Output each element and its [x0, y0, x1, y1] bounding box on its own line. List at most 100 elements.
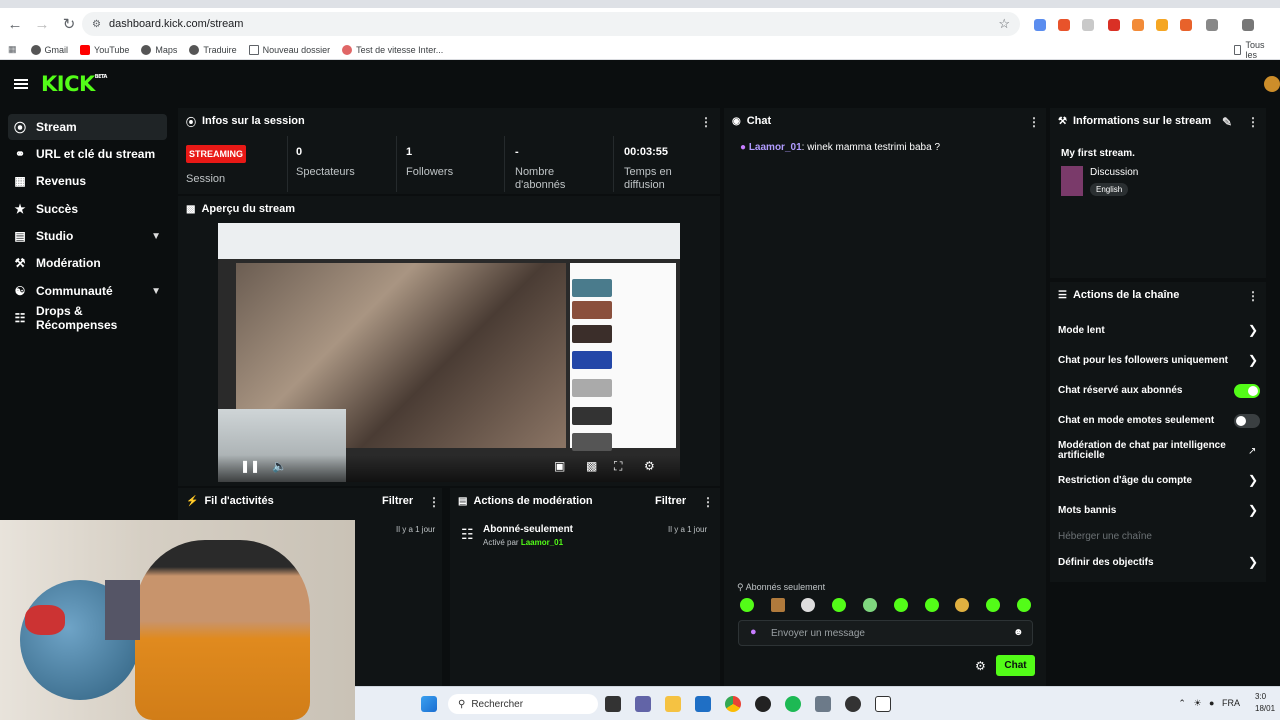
- chrome-icon[interactable]: [725, 696, 741, 712]
- language-indicator[interactable]: FRA: [1222, 698, 1240, 708]
- os-taskbar: ⚲ Rechercher ⌃ ☀ ● FRA 3:0 18/01: [355, 686, 1280, 720]
- extension-icon[interactable]: [1034, 19, 1046, 31]
- emote-icon[interactable]: [1017, 598, 1031, 612]
- stream-preview-video[interactable]: ❚❚ 🔈 ▣ ▩ ⛶ ⚙: [218, 223, 680, 482]
- subs-only-toggle[interactable]: [1234, 384, 1260, 398]
- action-age-restriction[interactable]: Restriction d'âge du compte: [1058, 475, 1192, 486]
- extension-icon[interactable]: [1108, 19, 1120, 31]
- kebab-menu-icon[interactable]: ⋮: [428, 495, 440, 509]
- store-icon[interactable]: [695, 696, 711, 712]
- moderation-filter-button[interactable]: Filtrer: [655, 495, 686, 507]
- kebab-menu-icon[interactable]: ⋮: [700, 115, 712, 129]
- emote-icon[interactable]: [925, 598, 939, 612]
- emote-icon[interactable]: [801, 598, 815, 612]
- emote-icon[interactable]: [986, 598, 1000, 612]
- app-icon[interactable]: [875, 696, 891, 712]
- emoji-picker-icon[interactable]: ☻: [1013, 627, 1024, 638]
- theater-icon[interactable]: ▣: [554, 459, 565, 473]
- forward-icon[interactable]: →: [30, 12, 54, 36]
- bookmark-folder[interactable]: Nouveau dossier: [248, 44, 330, 55]
- spotify-icon[interactable]: [785, 696, 801, 712]
- windows-start-icon[interactable]: [421, 696, 437, 712]
- bookmark-gmail[interactable]: Gmail: [30, 44, 68, 55]
- bookmark-star-icon[interactable]: ☆: [998, 16, 1010, 32]
- sidebar-item-url-key[interactable]: ⚭ URL et clé du stream: [8, 141, 167, 167]
- extension-icon[interactable]: [1132, 19, 1144, 31]
- chevron-right-icon[interactable]: ❯: [1248, 353, 1258, 367]
- action-set-goals[interactable]: Définir des objectifs: [1058, 557, 1154, 568]
- chat-username[interactable]: Laamor_01: [749, 142, 802, 153]
- activity-filter-button[interactable]: Filtrer: [382, 495, 413, 507]
- action-slow-mode[interactable]: Mode lent: [1058, 325, 1105, 336]
- kick-logo[interactable]: KICKBETA: [41, 72, 107, 96]
- kebab-menu-icon[interactable]: ⋮: [1247, 289, 1259, 303]
- emote-icon[interactable]: [955, 598, 969, 612]
- kebab-menu-icon[interactable]: ⋮: [1247, 115, 1259, 129]
- emote-icon[interactable]: [863, 598, 877, 612]
- extensions-puzzle-icon[interactable]: [1206, 19, 1218, 31]
- chevron-right-icon[interactable]: ❯: [1248, 473, 1258, 487]
- action-followers-only[interactable]: Chat pour les followers uniquement: [1058, 355, 1228, 366]
- kebab-menu-icon[interactable]: ⋮: [1028, 115, 1040, 129]
- teams-icon[interactable]: [635, 696, 651, 712]
- toy-image: [25, 605, 65, 635]
- file-explorer-icon[interactable]: [665, 696, 681, 712]
- extension-icon[interactable]: [1180, 19, 1192, 31]
- chat-message-input[interactable]: Envoyer un message: [738, 620, 1033, 646]
- bookmark-speedtest[interactable]: Test de vitesse Inter...: [342, 44, 443, 55]
- address-bar[interactable]: ⚙ dashboard.kick.com/stream ☆: [82, 12, 1020, 36]
- kebab-menu-icon[interactable]: ⋮: [702, 495, 714, 509]
- emotes-only-toggle[interactable]: [1234, 414, 1260, 428]
- external-link-icon[interactable]: ↗: [1248, 446, 1256, 457]
- back-icon[interactable]: ←: [3, 12, 27, 36]
- sidebar-item-studio[interactable]: ▤ Studio ▼: [8, 223, 167, 249]
- emote-icon[interactable]: [832, 598, 846, 612]
- task-view-icon[interactable]: [605, 696, 621, 712]
- pip-icon[interactable]: ▩: [586, 459, 597, 473]
- extension-icon[interactable]: [1156, 19, 1168, 31]
- sidebar-item-community[interactable]: ☯ Communauté ▼: [8, 278, 167, 304]
- emote-icon[interactable]: [894, 598, 908, 612]
- emote-icon[interactable]: [740, 598, 754, 612]
- mic-icon[interactable]: ●: [1209, 698, 1214, 708]
- fullscreen-icon[interactable]: ⛶: [614, 459, 622, 474]
- stream-category[interactable]: Discussion: [1090, 167, 1138, 178]
- reload-icon[interactable]: ↻: [57, 12, 81, 36]
- sidebar-item-moderation[interactable]: ⚒ Modération: [8, 250, 167, 276]
- chat-send-button[interactable]: Chat: [996, 655, 1035, 676]
- chevron-right-icon[interactable]: ❯: [1248, 503, 1258, 517]
- site-info-icon[interactable]: ⚙: [92, 19, 101, 30]
- taskbar-search[interactable]: ⚲ Rechercher: [448, 694, 598, 714]
- all-bookmarks[interactable]: Tous les: [1234, 40, 1268, 60]
- chevron-right-icon[interactable]: ❯: [1248, 555, 1258, 569]
- action-ai-moderation[interactable]: Modération de chat par intelligence arti…: [1058, 441, 1228, 461]
- user-avatar[interactable]: [1264, 76, 1280, 92]
- extension-icon[interactable]: [1058, 19, 1070, 31]
- settings-icon[interactable]: ⚙: [644, 459, 655, 473]
- extension-icon[interactable]: [1082, 19, 1094, 31]
- bookmark-youtube[interactable]: YouTube: [80, 44, 129, 55]
- settings-icon[interactable]: [815, 696, 831, 712]
- pause-icon[interactable]: ❚❚: [240, 459, 260, 473]
- sidebar-item-revenue[interactable]: ▦ Revenus: [8, 168, 167, 194]
- action-banned-words[interactable]: Mots bannis: [1058, 505, 1116, 516]
- chevron-up-icon[interactable]: ⌃: [1178, 698, 1186, 708]
- moderation-user-link[interactable]: Laamor_01: [521, 538, 563, 547]
- sidebar-item-drops[interactable]: ☷ Drops & Récompenses: [8, 304, 167, 332]
- app-icon[interactable]: [845, 696, 861, 712]
- chat-settings-icon[interactable]: ⚙: [975, 659, 986, 673]
- emote-icon[interactable]: [771, 598, 785, 612]
- obs-icon[interactable]: [755, 696, 771, 712]
- bookmark-translate[interactable]: Traduire: [189, 44, 237, 55]
- chrome-menu-icon[interactable]: [1242, 19, 1254, 31]
- chevron-right-icon[interactable]: ❯: [1248, 323, 1258, 337]
- clock[interactable]: 3:0 18/01: [1255, 691, 1275, 715]
- edit-icon[interactable]: ✎: [1222, 115, 1232, 129]
- volume-icon[interactable]: 🔈: [272, 459, 287, 473]
- menu-icon[interactable]: [14, 79, 28, 89]
- sidebar-item-achievements[interactable]: ★ Succès: [8, 196, 167, 222]
- bookmark-maps[interactable]: Maps: [141, 44, 177, 55]
- sidebar-item-stream[interactable]: ⦿ Stream: [8, 114, 167, 140]
- network-icon[interactable]: ☀: [1193, 698, 1201, 708]
- apps-grid-icon[interactable]: ▦: [8, 44, 17, 55]
